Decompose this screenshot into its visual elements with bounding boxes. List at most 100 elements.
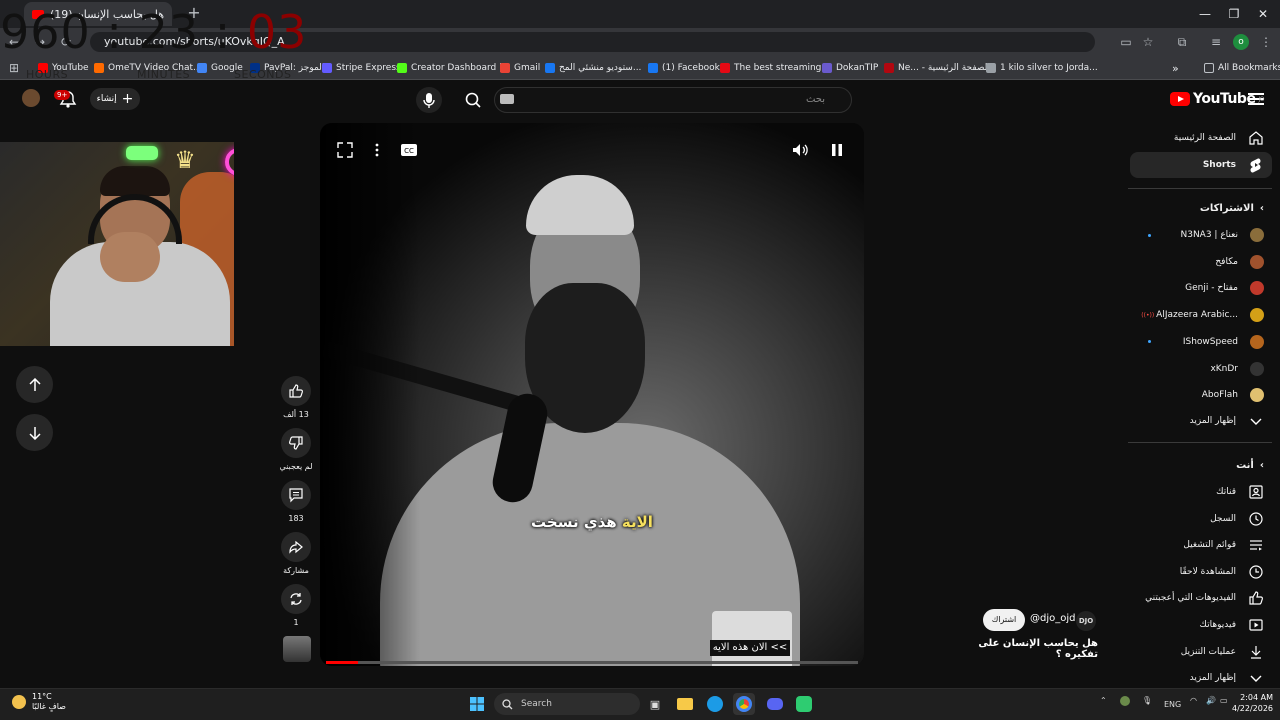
all-bookmarks-folder[interactable]: All Bookmarks xyxy=(1204,60,1280,76)
like-action[interactable]: 13 ألف xyxy=(281,376,311,419)
like-button[interactable] xyxy=(281,376,311,406)
remix-action[interactable]: 1 xyxy=(281,584,311,627)
channel-avatar xyxy=(1250,228,1264,242)
channel-name: N3NA3 | نعناع xyxy=(1180,230,1238,240)
app-green-icon[interactable] xyxy=(793,693,815,715)
fullscreen-icon[interactable] xyxy=(334,139,356,161)
closed-captions-icon[interactable]: CC xyxy=(398,139,420,161)
media-controls-icon[interactable]: ≡ xyxy=(1206,32,1226,52)
bookmark-item[interactable]: (1) Facebook xyxy=(648,60,720,76)
windows-start-icon[interactable] xyxy=(466,693,488,715)
chevron-right-icon: ‹ xyxy=(1259,459,1264,471)
video-progress-bar[interactable] xyxy=(326,661,858,664)
sidebar-item-shorts[interactable]: Shorts xyxy=(1130,152,1272,178)
pause-icon[interactable] xyxy=(826,139,848,161)
subscriptions-header[interactable]: الاشتراكات ‹ xyxy=(1130,195,1272,221)
arrow-down-icon xyxy=(28,426,41,440)
search-button[interactable] xyxy=(454,87,494,113)
bookmark-item[interactable]: The best streaming... xyxy=(720,60,830,76)
short-title: هل يحاسب الإنسان على تفكيره ؟ xyxy=(978,638,1098,660)
show-more-subscriptions[interactable]: إظهار المزيد xyxy=(1130,408,1272,434)
sidebar-channel-item[interactable]: xKnDr xyxy=(1130,356,1272,382)
sidebar-item-you[interactable]: فيديوهاتك xyxy=(1130,612,1272,638)
bookmark-favicon-icon xyxy=(648,63,658,73)
share-label: مشاركة xyxy=(283,566,309,575)
bookmark-item[interactable]: Creator Dashboard |... xyxy=(397,60,511,76)
sound-thumbnail[interactable] xyxy=(283,636,311,662)
dislike-button[interactable] xyxy=(281,428,311,458)
sidebar-channel-item[interactable]: AboFlah xyxy=(1130,382,1272,408)
taskbar-clock[interactable]: 2:04 AM 4/22/2026 xyxy=(1232,692,1273,714)
create-button[interactable]: إنشاء + xyxy=(90,88,140,110)
channel-handle[interactable]: @djo_ojd xyxy=(1030,613,1076,624)
bookmark-item[interactable]: DokanTIP xyxy=(822,60,878,76)
sidebar-channel-item[interactable]: Genji - مفتاح xyxy=(1130,275,1272,301)
voice-search-button[interactable] xyxy=(416,87,442,113)
dislike-action[interactable]: لم يعجبني xyxy=(279,428,313,471)
weather-condition: صافٍ غالبًا xyxy=(32,702,66,711)
tray-chevron-icon[interactable]: ⌃ xyxy=(1100,696,1107,705)
new-content-dot xyxy=(1148,233,1151,237)
keyboard-icon[interactable] xyxy=(500,94,514,104)
cast-icon[interactable]: ▭ xyxy=(1116,32,1136,52)
task-view-icon[interactable]: ▣ xyxy=(644,693,666,715)
bookmark-favicon-icon xyxy=(322,63,332,73)
wifi-icon[interactable]: ◠ xyxy=(1190,696,1197,705)
youtube-logo[interactable]: YouTube JO xyxy=(1170,91,1264,107)
search-input[interactable]: بحث xyxy=(494,87,852,113)
previous-short-button[interactable] xyxy=(16,366,53,403)
bookmark-item[interactable]: Gmail xyxy=(500,60,540,76)
like-count: 13 ألف xyxy=(283,410,309,419)
sidebar-channel-item[interactable]: ((•)) AlJazeera Arabic... xyxy=(1130,302,1272,328)
countdown-timer-overlay: 960 : 23 : 03 xyxy=(0,6,307,58)
tray-app-icon[interactable] xyxy=(1120,696,1130,708)
bookmark-item[interactable]: ستوديو منشئي المح... xyxy=(545,60,641,76)
bookmark-star-icon[interactable]: ☆ xyxy=(1138,32,1158,52)
chrome-browser-icon[interactable] xyxy=(733,693,755,715)
profile-avatar[interactable]: o xyxy=(1233,34,1249,50)
taskbar-search[interactable]: Search xyxy=(494,693,640,715)
apps-grid-icon[interactable]: ⊞ xyxy=(4,58,24,78)
battery-icon[interactable]: ▭ xyxy=(1220,696,1228,705)
file-explorer-icon[interactable] xyxy=(674,693,696,715)
bookmark-item[interactable]: 1 kilo silver to Jorda... xyxy=(986,60,1098,76)
bookmark-item[interactable]: Ne... - الصفحة الرئيسية xyxy=(884,60,990,76)
discord-icon[interactable] xyxy=(764,693,786,715)
comments-action[interactable]: 183 xyxy=(281,480,311,523)
close-window-icon[interactable]: ✕ xyxy=(1244,0,1280,28)
bookmark-item[interactable]: Stripe Express xyxy=(322,60,401,76)
account-avatar[interactable] xyxy=(22,89,40,107)
weather-widget[interactable]: 11°C صافٍ غالبًا xyxy=(12,692,66,712)
next-short-button[interactable] xyxy=(16,414,53,451)
remix-button[interactable] xyxy=(281,584,311,614)
comments-button[interactable] xyxy=(281,480,311,510)
volume-icon[interactable] xyxy=(789,139,811,161)
sidebar-item-home[interactable]: الصفحة الرئيسية xyxy=(1130,125,1272,151)
kebab-menu-icon[interactable]: ⋮ xyxy=(1256,32,1276,52)
subscribe-button[interactable]: اشتراك xyxy=(983,609,1025,631)
downloads-icon xyxy=(1251,645,1261,659)
share-button[interactable] xyxy=(281,532,311,562)
more-options-icon[interactable] xyxy=(366,139,388,161)
share-action[interactable]: مشاركة xyxy=(281,532,311,575)
bookmarks-overflow-icon[interactable]: » xyxy=(1172,60,1179,76)
speaker-icon[interactable]: 🔊 xyxy=(1206,696,1216,705)
sidebar-item-you[interactable]: المشاهدة لاحقًا xyxy=(1130,559,1272,585)
shorts-video-player[interactable]: الاية هذي نسخت >> الان هذه الايه CC xyxy=(320,123,864,666)
sidebar-item-you[interactable]: عمليات التنزيل xyxy=(1130,639,1272,665)
sidebar-item-you[interactable]: قوائم التشغيل xyxy=(1130,532,1272,558)
extensions-puzzle-icon[interactable]: ⧉ xyxy=(1172,32,1192,52)
sidebar-item-you[interactable]: قناتك xyxy=(1130,479,1272,505)
streamer-hair xyxy=(100,166,170,196)
remix-count: 1 xyxy=(293,618,299,627)
tray-language[interactable]: ENG xyxy=(1164,700,1181,709)
sidebar-channel-item[interactable]: IShowSpeed xyxy=(1130,329,1272,355)
you-header[interactable]: أنت ‹ xyxy=(1130,452,1272,478)
sidebar-channel-item[interactable]: مكافح xyxy=(1130,249,1272,275)
sidebar-item-you[interactable]: السجل xyxy=(1130,506,1272,532)
sidebar-channel-item[interactable]: N3NA3 | نعناع xyxy=(1130,222,1272,248)
tray-mic-icon[interactable]: 🎙 xyxy=(1142,696,1152,705)
channel-avatar[interactable]: DJO xyxy=(1076,611,1096,631)
edge-browser-icon[interactable] xyxy=(704,693,726,715)
sidebar-item-you[interactable]: الفيديوهات التي أعجبتني xyxy=(1130,585,1272,611)
